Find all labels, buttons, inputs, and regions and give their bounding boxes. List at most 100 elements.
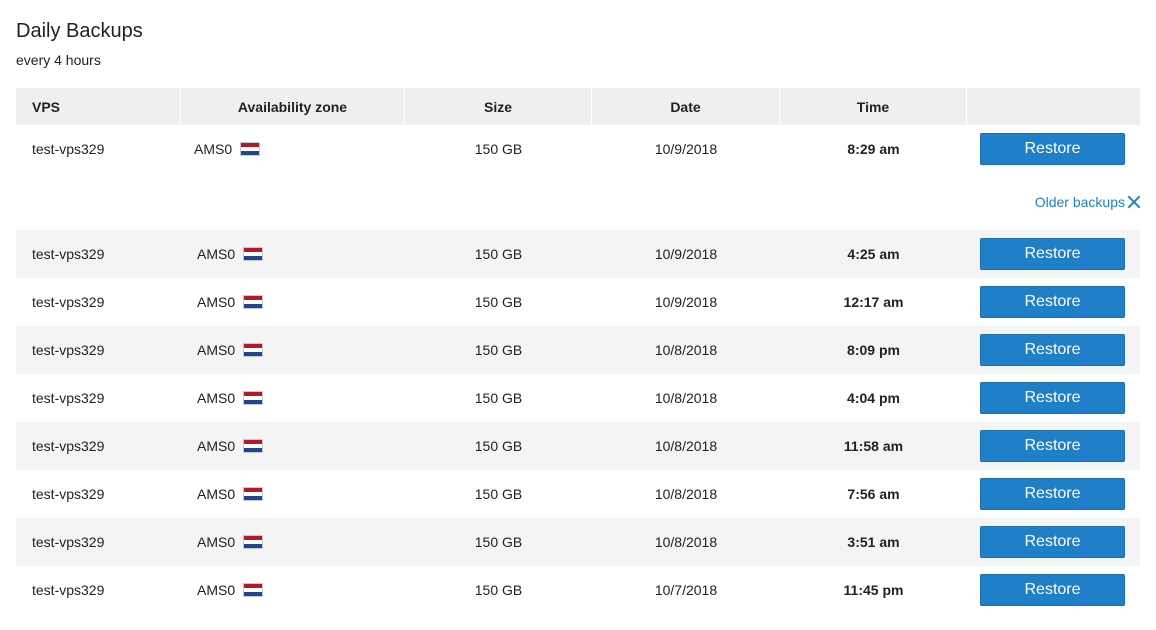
restore-button[interactable]: Restore bbox=[980, 430, 1125, 462]
zone-label: AMS0 bbox=[197, 438, 236, 454]
backup-size: 150 GB bbox=[474, 390, 523, 406]
availability-zone: AMS0 bbox=[181, 438, 405, 454]
table-row: test-vps329 AMS0 150 GB 10/9/2018 4:25 a… bbox=[16, 230, 1140, 278]
vps-name: test-vps329 bbox=[32, 246, 105, 262]
zone-label: AMS0 bbox=[197, 294, 236, 310]
close-icon[interactable] bbox=[1127, 195, 1140, 208]
backup-time: 11:45 pm bbox=[843, 582, 904, 598]
zone-label: AMS0 bbox=[197, 534, 236, 550]
table-row: test-vps329 AMS0 150 GB 10/8/2018 4:04 p… bbox=[16, 374, 1140, 422]
zone-label: AMS0 bbox=[197, 486, 236, 502]
latest-backup-row: test-vps329 AMS0 150 GB 10/9/2018 8:29 a… bbox=[16, 125, 1140, 173]
vps-name: test-vps329 bbox=[32, 342, 105, 358]
netherlands-flag-icon bbox=[240, 142, 261, 156]
availability-zone: AMS0 bbox=[181, 582, 405, 598]
backup-size: 150 GB bbox=[474, 582, 523, 598]
backup-size: 150 GB bbox=[474, 534, 523, 550]
vps-name: test-vps329 bbox=[32, 294, 105, 310]
netherlands-flag-icon bbox=[243, 295, 264, 309]
restore-button[interactable]: Restore bbox=[980, 382, 1125, 414]
action-cell: Restore bbox=[967, 334, 1140, 366]
table-row: test-vps329 AMS0 150 GB 10/8/2018 8:09 p… bbox=[16, 326, 1140, 374]
backup-time: 11:58 am bbox=[843, 438, 904, 454]
action-cell: Restore bbox=[967, 478, 1140, 510]
availability-zone: AMS0 bbox=[181, 342, 405, 358]
action-cell: Restore bbox=[967, 430, 1140, 462]
table-row: test-vps329 AMS0 150 GB 10/9/2018 12:17 … bbox=[16, 278, 1140, 326]
backup-time: 7:56 am bbox=[847, 486, 900, 502]
header-vps: VPS bbox=[16, 88, 181, 125]
restore-button[interactable]: Restore bbox=[980, 334, 1125, 366]
header-time: Time bbox=[780, 88, 967, 125]
header-action bbox=[967, 88, 1140, 125]
backup-date: 10/8/2018 bbox=[654, 390, 718, 406]
table-header: VPS Availability zone Size Date Time bbox=[16, 88, 1140, 125]
availability-zone: AMS0 bbox=[181, 294, 405, 310]
vps-name: test-vps329 bbox=[32, 582, 105, 598]
restore-button[interactable]: Restore bbox=[980, 478, 1125, 510]
backup-time: 3:51 am bbox=[847, 534, 900, 550]
older-backups-label: Older backups bbox=[1034, 193, 1125, 210]
availability-zone: AMS0 bbox=[181, 534, 405, 550]
table-row: test-vps329 AMS0 150 GB 10/7/2018 11:45 … bbox=[16, 566, 1140, 614]
netherlands-flag-icon bbox=[243, 487, 264, 501]
vps-name: test-vps329 bbox=[32, 141, 105, 157]
netherlands-flag-icon bbox=[243, 247, 264, 261]
action-cell: Restore bbox=[967, 382, 1140, 414]
vps-name: test-vps329 bbox=[32, 486, 105, 502]
backup-time: 8:29 am bbox=[847, 141, 900, 157]
table-row: test-vps329 AMS0 150 GB 10/8/2018 3:51 a… bbox=[16, 518, 1140, 566]
backups-table: VPS Availability zone Size Date Time tes… bbox=[16, 88, 1140, 614]
zone-label: AMS0 bbox=[197, 390, 236, 406]
zone-label: AMS0 bbox=[197, 582, 236, 598]
backup-size: 150 GB bbox=[474, 141, 523, 157]
backup-time: 12:17 am bbox=[843, 294, 904, 310]
backup-time: 4:04 pm bbox=[847, 390, 900, 406]
netherlands-flag-icon bbox=[243, 439, 264, 453]
action-cell: Restore bbox=[967, 574, 1140, 606]
table-row: test-vps329 AMS0 150 GB 10/8/2018 7:56 a… bbox=[16, 470, 1140, 518]
availability-zone: AMS0 bbox=[181, 246, 405, 262]
netherlands-flag-icon bbox=[243, 343, 264, 357]
backup-date: 10/9/2018 bbox=[654, 294, 718, 310]
table-row: test-vps329 AMS0 150 GB 10/8/2018 11:58 … bbox=[16, 422, 1140, 470]
header-date: Date bbox=[592, 88, 780, 125]
restore-button[interactable]: Restore bbox=[980, 238, 1125, 270]
backup-time: 4:25 am bbox=[847, 246, 900, 262]
restore-button[interactable]: Restore bbox=[980, 574, 1125, 606]
action-cell: Restore bbox=[967, 238, 1140, 270]
zone-label: AMS0 bbox=[197, 342, 236, 358]
restore-button[interactable]: Restore bbox=[980, 526, 1125, 558]
zone-label: AMS0 bbox=[194, 141, 233, 157]
vps-name: test-vps329 bbox=[32, 390, 105, 406]
backup-date: 10/7/2018 bbox=[654, 582, 718, 598]
backup-date: 10/9/2018 bbox=[654, 246, 718, 262]
availability-zone: AMS0 bbox=[181, 390, 405, 406]
action-cell: Restore bbox=[967, 133, 1140, 165]
older-backups-link[interactable]: Older backups bbox=[1035, 194, 1140, 210]
restore-button[interactable]: Restore bbox=[980, 286, 1125, 318]
older-backups-list: test-vps329 AMS0 150 GB 10/9/2018 4:25 a… bbox=[16, 230, 1140, 614]
backup-date: 10/8/2018 bbox=[654, 438, 718, 454]
backup-date: 10/8/2018 bbox=[654, 486, 718, 502]
restore-button[interactable]: Restore bbox=[980, 133, 1125, 165]
vps-name: test-vps329 bbox=[32, 534, 105, 550]
backup-size: 150 GB bbox=[474, 294, 523, 310]
page-title: Daily Backups bbox=[16, 20, 143, 42]
backup-date: 10/8/2018 bbox=[654, 534, 718, 550]
header-size: Size bbox=[405, 88, 592, 125]
backup-time: 8:09 pm bbox=[847, 342, 900, 358]
availability-zone: AMS0 bbox=[181, 141, 405, 157]
page-subtitle: every 4 hours bbox=[16, 52, 101, 68]
backup-size: 150 GB bbox=[474, 342, 523, 358]
backup-size: 150 GB bbox=[474, 486, 523, 502]
availability-zone: AMS0 bbox=[181, 486, 405, 502]
vps-name: test-vps329 bbox=[32, 438, 105, 454]
netherlands-flag-icon bbox=[243, 391, 264, 405]
backup-date: 10/8/2018 bbox=[654, 342, 718, 358]
action-cell: Restore bbox=[967, 286, 1140, 318]
header-availability-zone: Availability zone bbox=[181, 88, 405, 125]
netherlands-flag-icon bbox=[243, 583, 264, 597]
older-backups-toggle-area: Older backups bbox=[16, 173, 1140, 230]
action-cell: Restore bbox=[967, 526, 1140, 558]
